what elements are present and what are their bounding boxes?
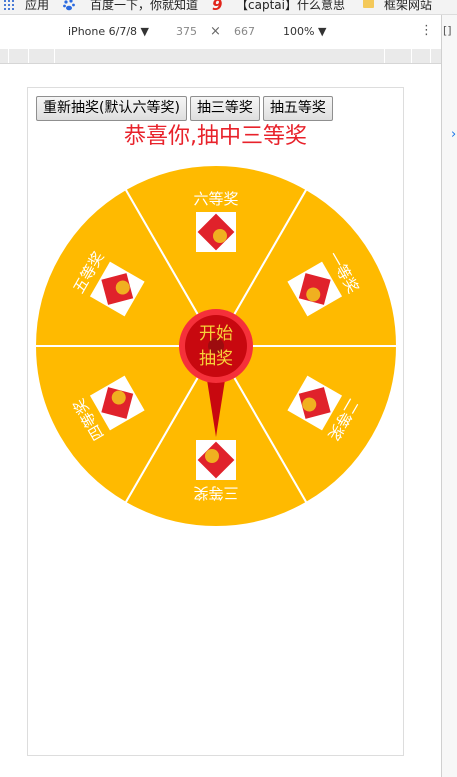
gold-coin-icon xyxy=(205,449,219,463)
wheel-prize-item: 六等奖 xyxy=(193,190,239,252)
site-logo-icon: 9 xyxy=(212,0,223,14)
bookmark-apps[interactable]: 应用 xyxy=(25,0,49,13)
folder-icon xyxy=(363,0,374,8)
zoom-select[interactable]: 100% ▼ xyxy=(283,25,326,38)
prize-label: 三等奖 xyxy=(193,484,238,502)
viewport-height-field[interactable]: 667 xyxy=(234,25,255,38)
gold-coin-icon xyxy=(213,229,227,243)
devtools-side-panel: [] › xyxy=(441,15,457,777)
expand-chevron-icon[interactable]: › xyxy=(451,127,456,142)
bookmark-baidu[interactable]: 百度一下，你就知道 xyxy=(90,0,198,13)
dock-icon[interactable]: [] xyxy=(443,24,452,37)
start-label-line2: 抽奖 xyxy=(199,349,233,369)
draw-third-prize-button[interactable]: 抽三等奖 xyxy=(189,96,260,121)
baidu-paw-icon xyxy=(63,0,75,11)
draw-fifth-prize-button[interactable]: 抽五等奖 xyxy=(262,96,333,121)
wheel-prize-item: 三等奖 xyxy=(193,440,239,502)
device-viewport: 重新抽奖(默认六等奖) 抽三等奖 抽五等奖 恭喜你,抽中三等奖 六等奖 一等奖 二等奖三… xyxy=(27,87,404,756)
more-options-icon[interactable]: ⋮ xyxy=(420,23,433,38)
device-toolbar: iPhone 6/7/8 ▼ 375 × 667 100% ▼ ⋮ xyxy=(0,15,441,50)
redraw-default-button[interactable]: 重新抽奖(默认六等奖) xyxy=(36,96,187,121)
bookmark-framework[interactable]: 框架网站 xyxy=(384,0,432,13)
viewport-width-field[interactable]: 375 xyxy=(176,25,197,38)
start-label-line1: 开始 xyxy=(199,324,233,344)
media-query-ruler[interactable] xyxy=(0,49,441,64)
prize-label: 六等奖 xyxy=(193,190,238,208)
bookmarks-bar: 应用 百度一下，你就知道 9 【captai】什么意思 框架网站 xyxy=(0,0,457,15)
prize-wheel: 六等奖一等奖二等奖三等奖四等奖五等奖 开始 抽奖 xyxy=(35,165,397,527)
bookmark-captai[interactable]: 【captai】什么意思 xyxy=(236,0,348,13)
dimension-separator: × xyxy=(210,24,221,39)
apps-grid-icon[interactable] xyxy=(4,0,16,11)
result-message: 恭喜你,抽中三等奖 xyxy=(124,124,307,149)
action-buttons: 重新抽奖(默认六等奖) 抽三等奖 抽五等奖 xyxy=(36,96,336,121)
device-select[interactable]: iPhone 6/7/8 ▼ xyxy=(68,25,149,38)
